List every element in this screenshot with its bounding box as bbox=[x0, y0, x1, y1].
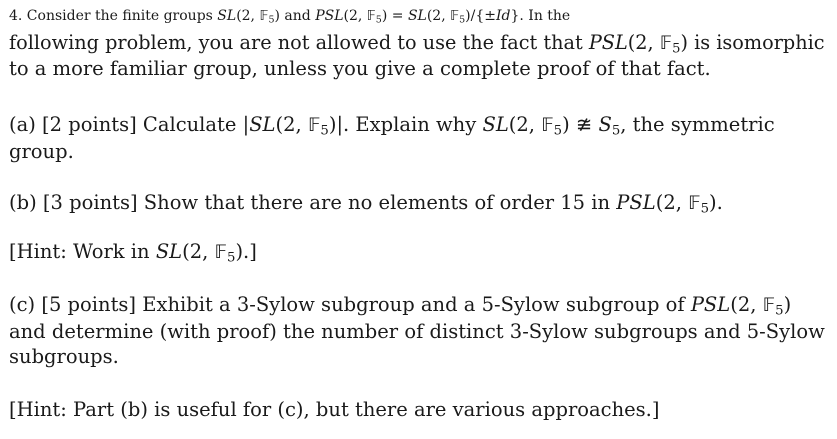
math-psl: PSL bbox=[616, 191, 656, 214]
intro-line-1: 4. Consider the finite groups SL(2, 𝔽5) … bbox=[9, 4, 825, 30]
math-sl: SL bbox=[407, 8, 427, 24]
part-a: (a) [2 points] Calculate |SL(2, 𝔽5)|. Ex… bbox=[9, 112, 775, 164]
hint-c-line: [Hint: Part (b) is useful for (c), but t… bbox=[9, 398, 660, 421]
math-psl: PSL bbox=[588, 30, 628, 54]
math-args: (2, bbox=[730, 293, 763, 316]
problem-intro: 4. Consider the finite groups SL(2, 𝔽5) … bbox=[9, 4, 825, 82]
part-a-line-2: group. bbox=[9, 139, 74, 163]
part-a-text: )|. Explain why bbox=[328, 113, 483, 136]
hint-c: [Hint: Part (b) is useful for (c), but t… bbox=[9, 397, 659, 423]
part-c: (c) [5 points] Exhibit a 3-Sylow subgrou… bbox=[9, 292, 825, 370]
math-field: 𝔽 bbox=[659, 32, 673, 54]
math-args: (2, bbox=[426, 8, 451, 24]
math-args: (2, bbox=[275, 113, 308, 136]
intro-text: is isomorphic bbox=[687, 30, 825, 54]
intro-text: 4. Consider the finite groups bbox=[9, 8, 218, 24]
math-field: 𝔽 bbox=[450, 9, 460, 24]
intro-and: and bbox=[279, 8, 316, 24]
math-field: 𝔽 bbox=[214, 242, 228, 263]
math-args: (2, bbox=[655, 191, 689, 214]
part-a-line-1: (a) [2 points] Calculate |SL(2, 𝔽5)|. Ex… bbox=[9, 112, 775, 139]
intro-text: following problem, you are not allowed t… bbox=[9, 30, 589, 54]
math-sub: 5 bbox=[553, 123, 563, 139]
part-b: (b) [3 points] Show that there are no el… bbox=[9, 190, 723, 217]
hint-b-text: [Hint: Work in bbox=[9, 240, 156, 263]
part-a-text: , the symmetric bbox=[620, 113, 775, 136]
math-psl: PSL bbox=[690, 293, 731, 316]
intro-line-3: to a more familiar group, unless you giv… bbox=[9, 57, 711, 80]
math-field: 𝔽 bbox=[366, 9, 376, 24]
math-args: (2, bbox=[508, 113, 542, 136]
intro-line-2: following problem, you are not allowed t… bbox=[9, 30, 825, 57]
hint-b-line: [Hint: Work in SL(2, 𝔽5).] bbox=[9, 239, 257, 266]
math-ncong: ≇ bbox=[569, 113, 599, 136]
math-args: (2, bbox=[236, 8, 260, 24]
part-b-text: ). bbox=[709, 191, 723, 214]
part-b-text: (b) [3 points] Show that there are no el… bbox=[9, 191, 617, 214]
math-sl: SL bbox=[155, 240, 183, 263]
math-id: Id bbox=[495, 8, 511, 24]
math-field: 𝔽 bbox=[762, 295, 776, 316]
math-s: S bbox=[598, 113, 612, 136]
hint-b: [Hint: Work in SL(2, 𝔽5).] bbox=[9, 239, 257, 266]
math-args: (2, bbox=[182, 240, 215, 263]
math-sl: SL bbox=[217, 8, 237, 24]
math-args: (2, bbox=[627, 30, 660, 54]
math-close: ) bbox=[783, 293, 792, 316]
hint-b-text: ).] bbox=[235, 240, 257, 263]
intro-text: . In the bbox=[519, 8, 571, 24]
part-b-line-1: (b) [3 points] Show that there are no el… bbox=[9, 190, 723, 217]
part-a-text: (a) [2 points] Calculate | bbox=[9, 113, 250, 136]
math-psl: PSL bbox=[315, 8, 344, 24]
math-close: ) bbox=[680, 30, 688, 54]
math-sl: SL bbox=[482, 113, 509, 136]
math-sub: 5 bbox=[611, 123, 621, 139]
part-c-line-2: and determine (with proof) the number of… bbox=[9, 319, 825, 343]
part-c-line-1: (c) [5 points] Exhibit a 3-Sylow subgrou… bbox=[9, 292, 825, 319]
part-c-line-3: subgroups. bbox=[9, 345, 119, 368]
math-sub: 5 bbox=[775, 303, 784, 319]
math-args: (2, bbox=[343, 8, 367, 24]
math-field: 𝔽 bbox=[688, 193, 701, 214]
math-field: 𝔽 bbox=[307, 115, 321, 136]
math-quot: /{± bbox=[470, 8, 496, 24]
part-c-text: (c) [5 points] Exhibit a 3-Sylow subgrou… bbox=[9, 293, 691, 316]
math-sub: 5 bbox=[700, 201, 710, 217]
math-sl: SL bbox=[249, 113, 276, 136]
math-field: 𝔽 bbox=[541, 115, 554, 136]
math-eq: = bbox=[387, 8, 408, 24]
math-close: ) bbox=[562, 113, 570, 136]
math-sub: 5 bbox=[320, 123, 329, 139]
